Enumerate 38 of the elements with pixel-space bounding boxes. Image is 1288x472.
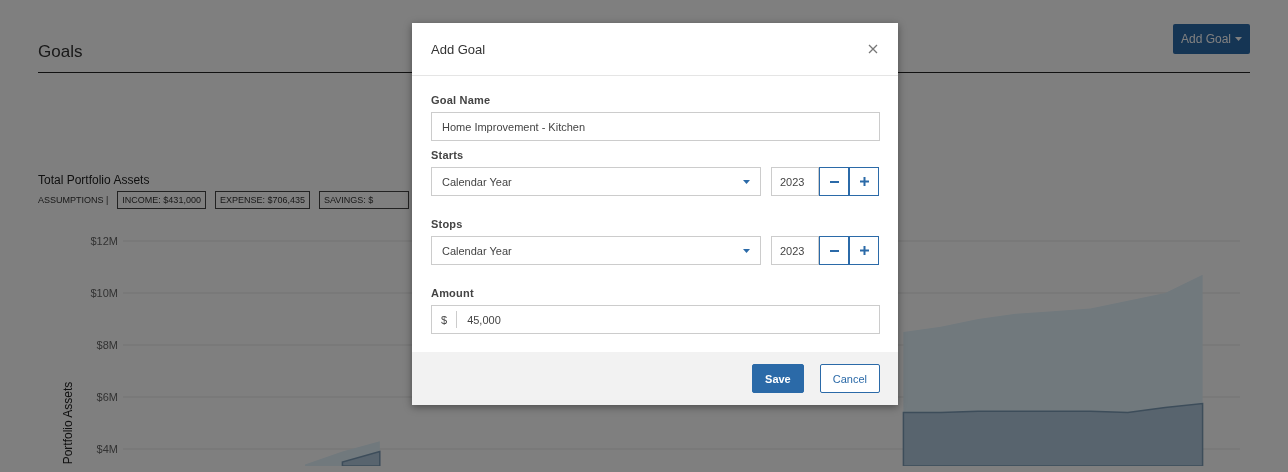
year-field[interactable]: 2023	[771, 167, 819, 196]
caret-icon	[1235, 37, 1242, 41]
amount-field[interactable]: $ 45,000	[431, 305, 880, 334]
chart-title: Total Portfolio Assets	[38, 173, 150, 187]
increment-button[interactable]	[849, 236, 879, 265]
close-button[interactable]	[866, 42, 880, 56]
assumption-tag: INCOME: $431,000	[117, 191, 206, 209]
cancel-button[interactable]: Cancel	[819, 364, 880, 393]
dialog-title: Add Goal	[431, 41, 486, 57]
decrement-button[interactable]	[819, 236, 849, 265]
caret-icon	[743, 179, 750, 184]
axis-title: Portfolio Assets	[61, 381, 75, 465]
assumption-tag: SAVINGS: $	[318, 191, 409, 209]
minus-icon	[829, 180, 839, 183]
field-label: Stops	[431, 218, 464, 230]
page-title: Goals	[38, 42, 83, 62]
assumption-tag: EXPENSE: $706,435	[214, 191, 310, 209]
year-field[interactable]: 2023	[771, 236, 819, 265]
axis-tick-label: $12M	[90, 235, 118, 247]
dropdown[interactable]: Calendar Year	[431, 236, 761, 265]
dropdown[interactable]: Calendar Year	[431, 167, 761, 196]
field-label: Goal Name	[431, 94, 492, 106]
axis-tick-label: $10M	[90, 287, 118, 299]
increment-button[interactable]	[849, 167, 879, 196]
close-icon	[868, 44, 878, 54]
field-label: Amount	[431, 287, 475, 299]
axis-tick-label: $4M	[96, 443, 118, 455]
axis-tick-label: $6M	[96, 391, 118, 403]
minus-icon	[829, 249, 839, 252]
decrement-button[interactable]	[819, 167, 849, 196]
save-button[interactable]: Save	[752, 364, 804, 393]
plus-icon	[859, 246, 869, 255]
plus-icon	[859, 177, 869, 186]
text-field[interactable]: Home Improvement - Kitchen	[431, 112, 880, 141]
caret-icon	[743, 248, 750, 253]
assumptions-label: ASSUMPTIONS |	[38, 195, 109, 205]
field-label: Starts	[431, 149, 465, 161]
axis-tick-label: $8M	[96, 339, 118, 351]
